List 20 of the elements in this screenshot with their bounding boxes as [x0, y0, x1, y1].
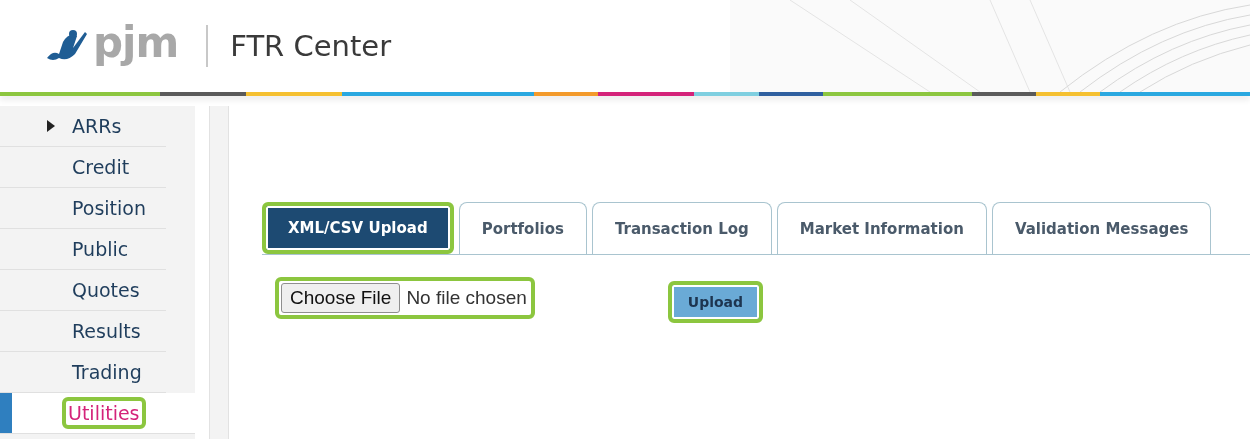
tab[interactable]: Portfolios	[458, 202, 587, 254]
caret-right-icon[interactable]	[46, 120, 56, 132]
sidebar-item[interactable]: Credit	[70, 155, 132, 179]
upload-button[interactable]: Upload	[667, 281, 764, 323]
tab[interactable]: Validation Messages	[991, 202, 1212, 254]
tab[interactable]: Market Information	[776, 202, 987, 254]
choose-file-button[interactable]: Choose File	[281, 283, 401, 313]
page-title: FTR Center	[230, 29, 392, 63]
file-input[interactable]: Choose File No file chosen	[275, 277, 535, 319]
sidebar-item[interactable]: Utilities	[62, 397, 146, 429]
logo-text: pjm	[93, 22, 179, 64]
sidebar-item[interactable]: Position	[70, 196, 148, 220]
sidebar-item[interactable]: Results	[70, 319, 143, 343]
sidebar-item[interactable]: Trading	[70, 360, 144, 384]
sidebar-item[interactable]: Quotes	[70, 278, 142, 302]
tab[interactable]: Transaction Log	[591, 202, 772, 254]
file-status-text: No file chosen	[406, 287, 527, 309]
tab[interactable]: XML/CSV Upload	[262, 202, 454, 254]
sidebar-item[interactable]: ARRs	[70, 114, 124, 138]
sidebar-item[interactable]: Public	[70, 237, 131, 261]
